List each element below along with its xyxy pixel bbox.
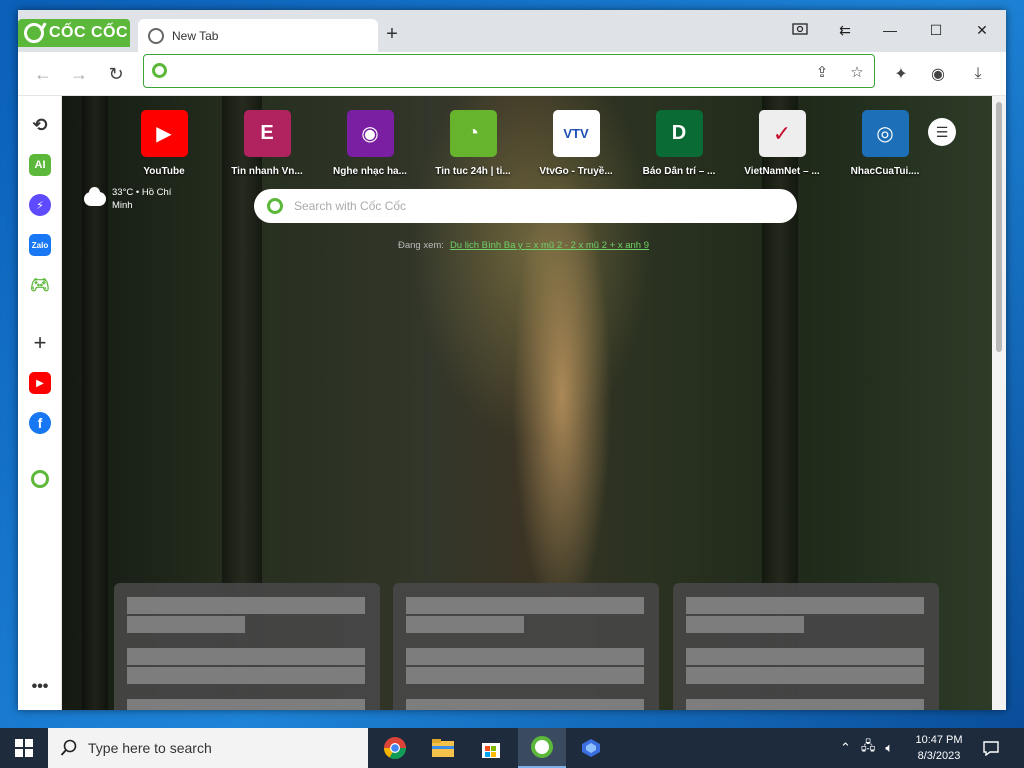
forward-button[interactable]: → bbox=[66, 61, 92, 87]
search-icon bbox=[60, 739, 77, 756]
shortcut-tile[interactable]: VTV VtvGo - Truyề... bbox=[526, 110, 626, 177]
new-tab-button[interactable]: + bbox=[380, 22, 404, 46]
show-hidden-icons-icon[interactable]: ⌃ bbox=[840, 740, 851, 756]
messenger-icon[interactable]: ⚡ bbox=[29, 194, 51, 216]
more-options-icon[interactable]: ••• bbox=[29, 676, 51, 698]
windows-taskbar: Type here to search ⌃ 🖧︎ 🔈︎ 10:47 PM 8/3… bbox=[0, 728, 1024, 768]
coccoc-logo-icon bbox=[152, 63, 167, 78]
search-placeholder: Search with Cốc Cốc bbox=[294, 199, 407, 213]
shortcut-label: Tin nhanh Vn... bbox=[231, 166, 303, 177]
tab-title: New Tab bbox=[172, 28, 219, 43]
news-card[interactable] bbox=[673, 583, 939, 710]
zalo-icon[interactable]: Zalo bbox=[29, 234, 51, 256]
back-arrow-icon[interactable]: ⇇ bbox=[823, 15, 867, 45]
tab-new-tab[interactable]: New Tab bbox=[138, 19, 378, 52]
shortcut-label: Báo Dân trí – ... bbox=[642, 166, 716, 177]
file-explorer-taskbar-icon[interactable] bbox=[419, 728, 467, 768]
close-button[interactable]: ✕ bbox=[960, 15, 1004, 45]
coccoc-logo-icon bbox=[267, 198, 283, 214]
facebook-icon[interactable]: f bbox=[29, 412, 51, 434]
history-icon[interactable]: ⟲ bbox=[29, 114, 51, 136]
profile-icon[interactable]: ◉ bbox=[927, 63, 949, 85]
suggestion-link[interactable]: Du lịch Bình Ba y = x mũ 2 - 2 x mũ 2 + … bbox=[450, 240, 649, 251]
shortcut-tile[interactable]: ✓ VietNamNet – ... bbox=[732, 110, 832, 177]
address-bar[interactable]: ⇪ ☆ bbox=[143, 54, 875, 88]
taskbar-clock[interactable]: 10:47 PM 8/3/2023 bbox=[908, 732, 970, 764]
volume-icon[interactable]: 🔈︎ bbox=[885, 740, 893, 756]
vtvgo-icon: VTV bbox=[552, 110, 600, 157]
dantri-icon: D bbox=[655, 110, 703, 157]
extensions-icon[interactable]: ✦ bbox=[890, 63, 912, 85]
minimize-button[interactable]: — bbox=[868, 15, 912, 45]
bookmark-star-icon[interactable]: ☆ bbox=[847, 62, 867, 82]
search-tabs-icon[interactable] bbox=[778, 15, 822, 45]
coccoc-logo-icon bbox=[24, 23, 44, 43]
ai-chat-icon[interactable]: AI bbox=[29, 154, 51, 176]
sidebar: ⟲ AI ⚡ Zalo 🎮︎ + ▶ f ••• bbox=[18, 96, 62, 710]
coccoc-notification-icon[interactable] bbox=[31, 470, 49, 488]
scrollbar-thumb[interactable] bbox=[996, 102, 1002, 352]
add-sidebar-item-icon[interactable]: + bbox=[29, 330, 51, 355]
shortcut-label: VietNamNet – ... bbox=[744, 166, 820, 177]
new-tab-page: ▶ YouTube E Tin nhanh Vn... ◉ Nghe nhạc ha...… bbox=[62, 96, 992, 710]
windows-logo-icon bbox=[15, 739, 33, 757]
coccoc-taskbar-icon[interactable] bbox=[518, 728, 566, 768]
shortcut-tile[interactable]: D Báo Dân trí – ... bbox=[629, 110, 729, 177]
24h-icon: ◔ bbox=[449, 110, 497, 157]
search-suggestion: Đang xem: Du lịch Bình Ba y = x mũ 2 - 2 … bbox=[398, 240, 649, 251]
weather-widget[interactable]: 33°C • Hồ Chí Minh bbox=[84, 186, 182, 212]
shortcut-tile[interactable]: ◔ Tin tuc 24h | ti... bbox=[423, 110, 523, 177]
clock-date: 8/3/2023 bbox=[917, 750, 961, 762]
download-icon[interactable]: ⤓ bbox=[967, 63, 989, 85]
search-input[interactable]: Search with Cốc Cốc bbox=[254, 189, 797, 223]
shortcut-label: VtvGo - Truyề... bbox=[539, 166, 613, 177]
microsoft-store-taskbar-icon[interactable] bbox=[467, 728, 515, 768]
maximize-button[interactable]: ☐ bbox=[914, 15, 958, 45]
clock-time: 10:47 PM bbox=[915, 734, 963, 746]
coccoc-menu-button[interactable]: CỐC CỐC bbox=[18, 19, 130, 47]
coccoc-logo-icon bbox=[531, 736, 553, 758]
shortcut-tile[interactable]: ▶ YouTube bbox=[114, 110, 214, 177]
news-card[interactable] bbox=[393, 583, 659, 710]
tab-favicon-icon bbox=[148, 27, 164, 44]
reload-button[interactable]: ↻ bbox=[103, 61, 129, 87]
copilot-taskbar-icon[interactable] bbox=[567, 728, 615, 768]
chrome-taskbar-icon[interactable] bbox=[371, 728, 419, 768]
youtube-sidebar-icon[interactable]: ▶ bbox=[29, 372, 51, 394]
start-button[interactable] bbox=[0, 728, 48, 768]
tab-strip: CỐC CỐC New Tab + ⇇ — ☐ ✕ bbox=[18, 10, 1006, 52]
share-icon[interactable]: ⇪ bbox=[812, 62, 832, 82]
browser-window: CỐC CỐC New Tab + ⇇ — ☐ ✕ ← → ↻ ⇪ ☆ ✦ ◉ … bbox=[18, 10, 1006, 710]
customize-settings-button[interactable]: ☰ bbox=[928, 118, 956, 146]
shortcut-label: NhacCuaTui.... bbox=[850, 166, 920, 177]
taskbar-search-placeholder: Type here to search bbox=[88, 740, 212, 756]
page-scrollbar[interactable] bbox=[992, 96, 1006, 710]
nhaccuatui-icon: ◎ bbox=[861, 110, 909, 157]
weather-text: 33°C • Hồ Chí Minh bbox=[112, 187, 172, 211]
game-icon[interactable]: 🎮︎ bbox=[29, 274, 51, 296]
news-card[interactable] bbox=[114, 583, 380, 710]
system-tray: ⌃ 🖧︎ 🔈︎ bbox=[840, 728, 900, 768]
shortcut-tile[interactable]: ◉ Nghe nhạc ha... bbox=[320, 110, 420, 177]
music-icon: ◉ bbox=[346, 110, 394, 157]
browser-toolbar: ← → ↻ ⇪ ☆ ✦ ◉ ⤓ bbox=[18, 52, 1006, 96]
cloud-icon bbox=[84, 187, 106, 206]
taskbar-search-box[interactable]: Type here to search bbox=[48, 728, 368, 768]
shortcut-tile[interactable]: ◎ NhacCuaTui.... bbox=[835, 110, 935, 177]
vietnamnet-icon: ✓ bbox=[758, 110, 806, 157]
notification-center-icon[interactable] bbox=[982, 728, 1000, 768]
back-button[interactable]: ← bbox=[30, 61, 56, 87]
vnexpress-icon: E bbox=[243, 110, 291, 157]
brand-label: CỐC CỐC bbox=[49, 24, 129, 41]
youtube-icon: ▶ bbox=[140, 110, 188, 157]
shortcut-label: YouTube bbox=[143, 166, 185, 177]
shortcut-label: Nghe nhạc ha... bbox=[333, 166, 407, 177]
shortcut-tile[interactable]: E Tin nhanh Vn... bbox=[217, 110, 317, 177]
suggestion-prefix: Đang xem: bbox=[398, 240, 444, 251]
network-icon[interactable]: 🖧︎ bbox=[861, 737, 876, 759]
shortcut-label: Tin tuc 24h | ti... bbox=[435, 166, 511, 177]
